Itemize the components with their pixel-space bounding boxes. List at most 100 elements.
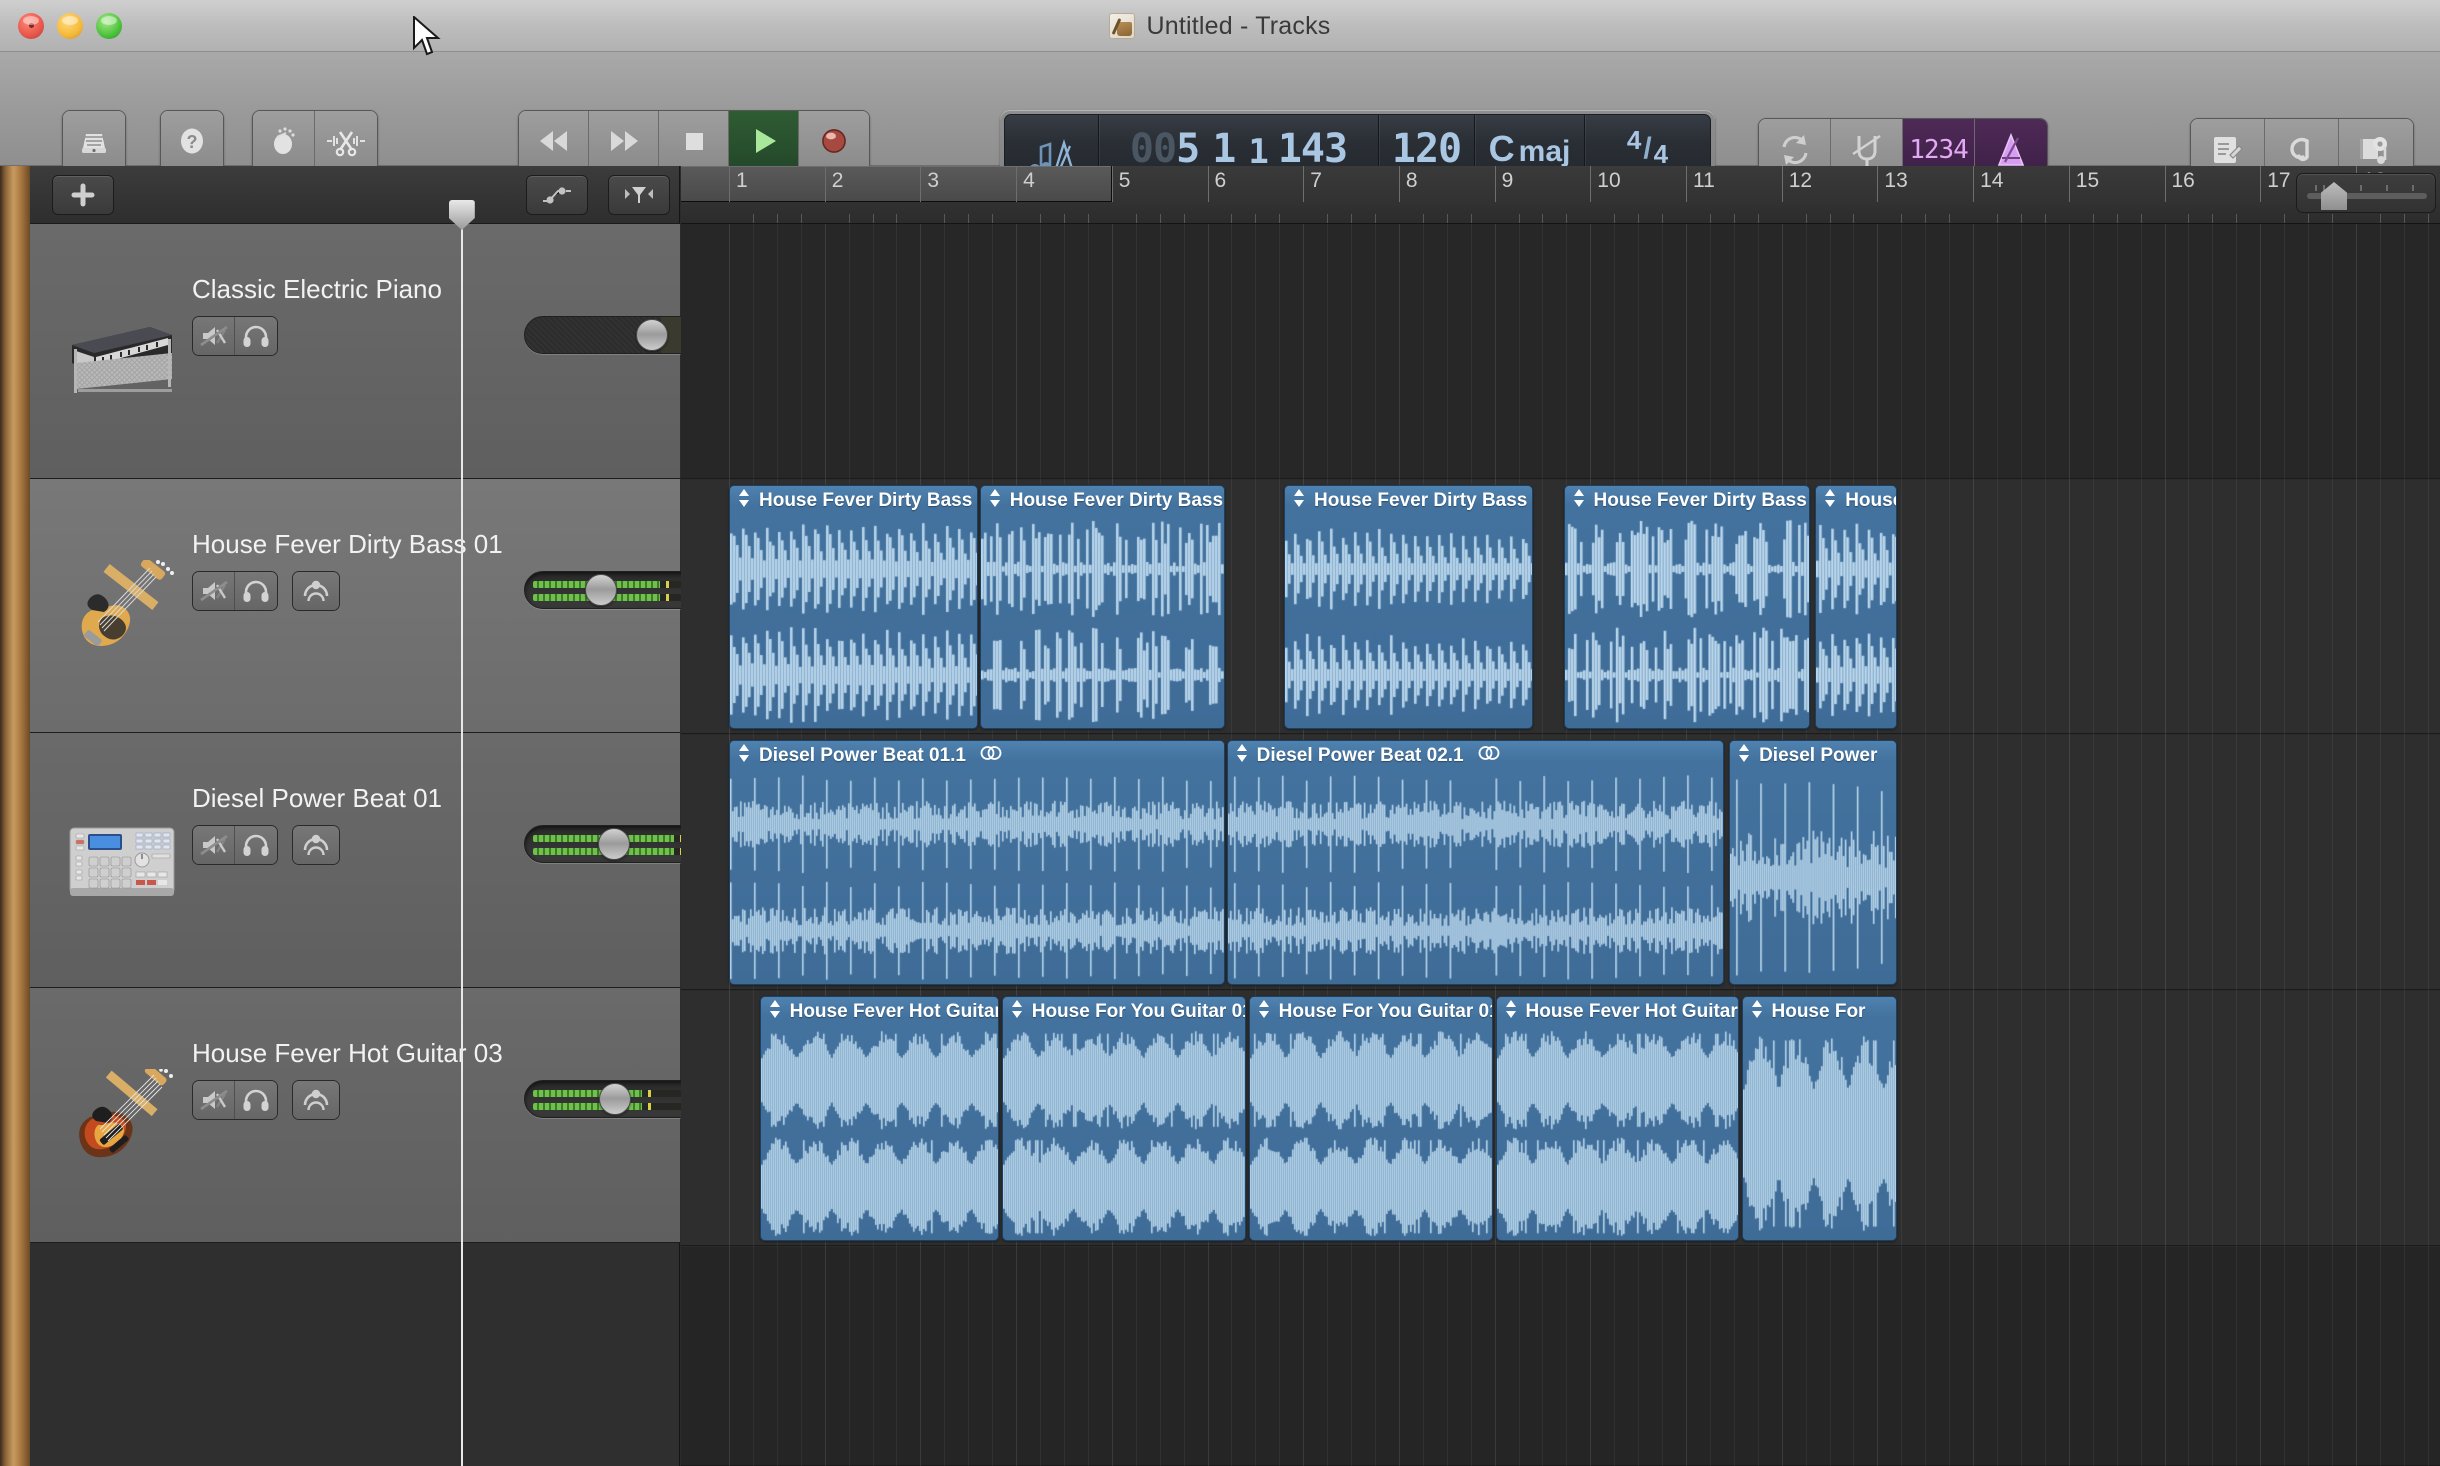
ruler-beat-tick (1351, 214, 1353, 223)
region-title-bar[interactable]: House Fever Dirty Bass 05.1 (981, 486, 1224, 516)
region-title-bar[interactable]: House For You Guitar 01.1 (1003, 997, 1245, 1027)
track-header[interactable]: Classic Electric Piano LR (30, 224, 806, 479)
region-updown-icon[interactable] (1235, 743, 1249, 769)
region-updown-icon[interactable] (768, 999, 782, 1025)
audio-region[interactable]: House Fever Dirty Bass 02.2 (1563, 485, 1811, 729)
audio-region[interactable]: House Fever Dirty Bass (1815, 485, 1897, 729)
track-record-enable-button[interactable] (293, 572, 339, 610)
region-title-bar[interactable]: House Fever Dirty Bass (1816, 486, 1896, 516)
region-updown-icon[interactable] (1292, 488, 1306, 514)
track-mute-button[interactable] (193, 317, 235, 355)
ruler-bar-tick (729, 166, 730, 202)
window-title: Untitled - Tracks (1146, 11, 1331, 40)
track-solo-button[interactable] (235, 572, 277, 610)
region-title-bar[interactable]: Diesel Power (1730, 741, 1895, 771)
automation-button[interactable] (526, 175, 588, 215)
ruler-bar-tick (1398, 166, 1400, 202)
region-title-bar[interactable]: House Fever Dirty Bass 02.2 (1565, 486, 1809, 516)
ruler-beat-tick (944, 214, 946, 223)
track-name[interactable]: House Fever Dirty Bass 01 (192, 529, 503, 560)
track-mute-button[interactable] (193, 826, 235, 864)
track-header[interactable]: Diesel Power Beat 01 (30, 733, 806, 988)
ruler-bar-number: 13 (1884, 169, 1908, 192)
stop-button[interactable] (659, 111, 729, 171)
region-updown-icon[interactable] (1257, 999, 1271, 1025)
audio-region[interactable]: Diesel Power Beat 02.1 (1226, 740, 1725, 985)
mute-solo-group (192, 571, 278, 611)
audio-region[interactable]: House Fever Dirty Bass 01.3 (1284, 485, 1533, 729)
audio-region[interactable]: House For (1741, 996, 1897, 1241)
region-title-bar[interactable]: Diesel Power Beat 02.1 (1228, 741, 1724, 771)
audio-region[interactable]: House Fever Dirty Bass 01.2 (729, 485, 978, 729)
region-updown-icon[interactable] (1823, 488, 1837, 514)
region-title-bar[interactable]: House For (1743, 997, 1896, 1027)
track-solo-button[interactable] (235, 1081, 277, 1119)
audio-region[interactable]: House Fever Dirty Bass 05.1 (979, 485, 1225, 729)
track-header[interactable]: House Fever Hot Guitar 03 (30, 988, 806, 1243)
arrange-area[interactable]: House Fever Dirty Bass 01.2 House Fever … (681, 224, 2440, 1466)
ruler-beat-tick (1997, 214, 1999, 223)
ruler-beat-tick (1063, 214, 1065, 223)
region-updown-icon[interactable] (1504, 999, 1518, 1025)
region-title-bar[interactable]: House Fever Dirty Bass 01.3 (1285, 486, 1532, 516)
track-header[interactable]: House Fever Dirty Bass 01 (30, 479, 806, 733)
ruler-beat-tick (896, 214, 898, 223)
region-waveform (730, 516, 977, 728)
record-button[interactable] (799, 111, 869, 171)
ruler-bar-tick (824, 166, 826, 202)
track-mute-button[interactable] (193, 1081, 235, 1119)
flex-time-button[interactable] (608, 175, 670, 215)
track-solo-button[interactable] (235, 826, 277, 864)
mute-solo-group (192, 825, 278, 865)
audio-region[interactable]: Diesel Power Beat 01.1 (729, 740, 1225, 985)
help-button[interactable]: ? (161, 111, 223, 171)
region-title-bar[interactable]: House Fever Dirty Bass 01.2 (730, 486, 977, 516)
region-title-bar[interactable]: House Fever Hot Guitar 03.1 (761, 997, 998, 1027)
audio-region[interactable]: House For You Guitar 01.2 (1248, 996, 1493, 1241)
audio-region[interactable]: House Fever Hot Guitar 03.2 (1495, 996, 1739, 1241)
fast-forward-button[interactable] (589, 111, 659, 171)
region-updown-icon[interactable] (1750, 999, 1764, 1025)
smart-controls-button[interactable] (253, 111, 315, 171)
grid-beat-line (2044, 224, 2046, 1466)
region-updown-icon[interactable] (1572, 488, 1586, 514)
track-mute-button[interactable] (193, 572, 235, 610)
region-updown-icon[interactable] (1737, 743, 1751, 769)
ruler-bar-number: 16 (2171, 169, 2195, 192)
editor-scissors-button[interactable] (315, 111, 377, 171)
audio-region[interactable]: House Fever Hot Guitar 03.1 (759, 996, 999, 1241)
track-name[interactable]: Diesel Power Beat 01 (192, 783, 442, 814)
volume-slider-knob[interactable] (599, 1083, 631, 1115)
ruler-beat-tick (2284, 214, 2286, 223)
audio-region[interactable]: House For You Guitar 01.1 (1001, 996, 1246, 1241)
ruler-beat-tick (752, 214, 754, 223)
track-name[interactable]: House Fever Hot Guitar 03 (192, 1038, 503, 1069)
timeline-ruler[interactable]: 123456789101112131415161718 (681, 166, 2440, 224)
track-record-enable-button[interactable] (293, 1081, 339, 1119)
region-title-bar[interactable]: Diesel Power Beat 01.1 (730, 741, 1224, 771)
ruler-bar-number: 1 (736, 169, 748, 192)
region-updown-icon[interactable] (737, 743, 751, 769)
volume-slider-knob[interactable] (585, 574, 617, 606)
region-title-bar[interactable]: House Fever Hot Guitar 03.2 (1497, 997, 1738, 1027)
audio-region[interactable]: Diesel Power (1729, 740, 1897, 985)
electric-piano-icon (62, 305, 182, 397)
region-updown-icon[interactable] (737, 488, 751, 514)
region-updown-icon[interactable] (1010, 999, 1024, 1025)
region-updown-icon (1739, 744, 1750, 762)
volume-slider-knob[interactable] (598, 828, 630, 860)
library-button[interactable] (63, 111, 125, 171)
track-record-enable-button[interactable] (293, 826, 339, 864)
zoom-slider[interactable] (2296, 173, 2436, 213)
play-button[interactable] (729, 111, 799, 171)
add-track-button[interactable] (52, 175, 114, 215)
ruler-beat-tick (2092, 214, 2094, 223)
rewind-button[interactable] (519, 111, 589, 171)
track-name[interactable]: Classic Electric Piano (192, 274, 442, 305)
region-title-bar[interactable]: House For You Guitar 01.2 (1250, 997, 1492, 1027)
track-solo-button[interactable] (235, 317, 277, 355)
volume-slider-knob[interactable] (636, 319, 668, 351)
region-updown-icon (989, 489, 1000, 507)
region-updown-icon[interactable] (988, 488, 1002, 514)
ruler-beat-tick (2236, 214, 2238, 223)
